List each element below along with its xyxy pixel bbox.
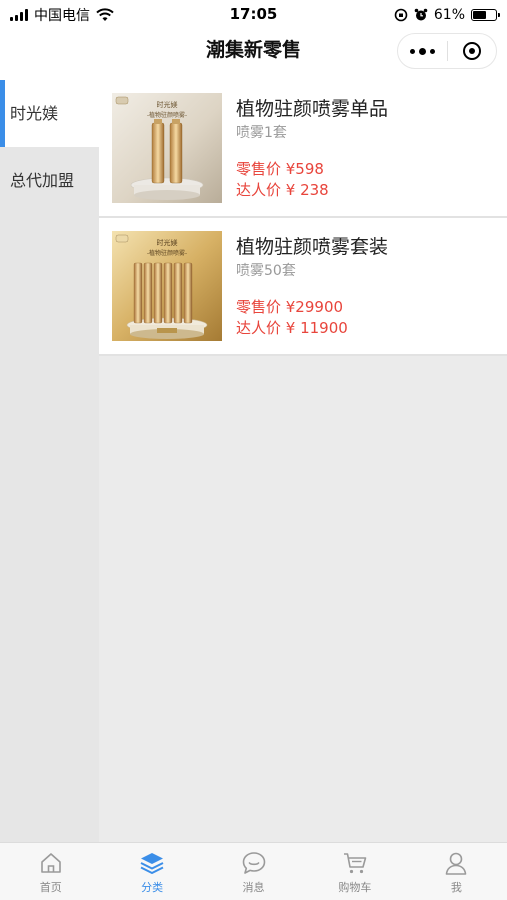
nav-bar: 潮集新零售 xyxy=(0,30,507,80)
more-button[interactable] xyxy=(398,34,447,68)
status-bar: 中国电信 17:05 61% xyxy=(0,0,507,30)
tab-me[interactable]: 我 xyxy=(406,843,507,900)
product-name: 植物驻颜喷雾套装 xyxy=(236,236,389,258)
more-dot-icon xyxy=(419,47,426,55)
user-icon xyxy=(446,852,467,875)
image-subtitle-text: -植物驻颜喷雾- xyxy=(147,249,187,257)
retail-price: 零售价 ¥598 xyxy=(236,160,324,178)
tab-home[interactable]: 首页 xyxy=(0,843,101,900)
layers-icon xyxy=(140,853,164,874)
battery-fill xyxy=(473,11,486,19)
product-item[interactable]: 时光媄 -植物驻颜喷雾- 植物驻颜喷雾套装 喷雾50套 零售价 ¥29900 达 xyxy=(99,218,507,356)
kol-price: 达人价 ¥ 11900 xyxy=(236,319,348,337)
more-dot-icon xyxy=(410,48,415,54)
tab-category[interactable]: 分类 xyxy=(101,843,202,900)
kol-price: 达人价 ¥ 238 xyxy=(236,181,329,199)
tab-bar: 首页 分类 消息 购物车 我 xyxy=(0,842,507,900)
tab-messages[interactable]: 消息 xyxy=(203,843,304,900)
tab-label: 我 xyxy=(450,881,462,894)
sidebar-item-label: 总代加盟 xyxy=(10,171,75,190)
tab-label: 购物车 xyxy=(338,881,372,894)
image-subtitle-text: -植物驻颜喷雾- xyxy=(147,111,187,119)
phone-screen: 中国电信 17:05 61% 潮集新零售 时光媄 总代加盟 时光媄 -植物驻颜喷… xyxy=(0,0,507,900)
product-name: 植物驻颜喷雾单品 xyxy=(236,98,389,120)
tab-label: 分类 xyxy=(141,881,164,894)
orientation-lock-icon xyxy=(394,8,408,22)
product-image-graphic: 时光媄 -植物驻颜喷雾- xyxy=(112,231,222,341)
message-icon xyxy=(242,852,265,874)
home-icon xyxy=(40,853,61,873)
category-sidebar: 时光媄 总代加盟 xyxy=(0,80,99,842)
alarm-icon xyxy=(414,8,428,21)
tab-cart[interactable]: 购物车 xyxy=(304,843,405,900)
product-image-graphic: 时光媄 -植物驻颜喷雾- xyxy=(112,93,222,203)
product-image[interactable]: 时光媄 -植物驻颜喷雾- xyxy=(112,93,222,203)
product-spec: 喷雾1套 xyxy=(236,125,287,141)
battery-icon xyxy=(471,9,500,21)
close-circle-icon xyxy=(462,42,481,60)
product-item[interactable]: 时光媄 -植物驻颜喷雾- 植物驻颜喷雾单品 喷雾1套 零售价 ¥598 达人价 … xyxy=(99,80,507,218)
image-brand-text: 时光媄 xyxy=(157,100,178,109)
status-right: 61% xyxy=(394,5,500,25)
tab-label: 首页 xyxy=(39,881,62,894)
close-button[interactable] xyxy=(448,34,496,68)
mini-program-capsule xyxy=(397,33,497,69)
retail-price: 零售价 ¥29900 xyxy=(236,298,344,316)
image-brand-text: 时光媄 xyxy=(157,238,178,247)
sidebar-item-shiguangmei[interactable]: 时光媄 xyxy=(0,80,99,147)
sidebar-item-label: 时光媄 xyxy=(10,104,59,123)
product-image[interactable]: 时光媄 -植物驻颜喷雾- xyxy=(112,231,222,341)
product-list: 时光媄 -植物驻颜喷雾- 植物驻颜喷雾单品 喷雾1套 零售价 ¥598 达人价 … xyxy=(99,80,507,356)
product-spec: 喷雾50套 xyxy=(236,263,296,279)
sidebar-item-agency[interactable]: 总代加盟 xyxy=(0,147,99,214)
more-dot-icon xyxy=(430,48,435,54)
cart-icon xyxy=(343,853,367,874)
tab-label: 消息 xyxy=(242,881,265,894)
battery-percent: 61% xyxy=(433,7,465,23)
